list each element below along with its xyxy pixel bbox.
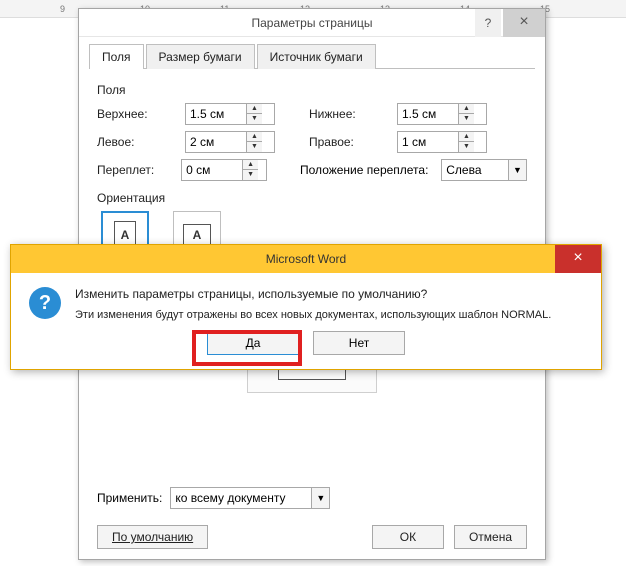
apply-to-select[interactable]: ко всему документу ▼: [170, 487, 330, 509]
left-margin-input[interactable]: [186, 132, 246, 152]
confirm-close-button[interactable]: ×: [555, 245, 601, 273]
titlebar: Параметры страницы ? ×: [79, 9, 545, 37]
right-margin-label: Правое:: [309, 135, 389, 149]
spin-up-icon[interactable]: ▲: [459, 104, 474, 114]
confirm-title: Microsoft Word: [11, 245, 601, 273]
gutter-position-value: Слева: [442, 163, 508, 177]
spin-down-icon[interactable]: ▼: [243, 170, 258, 180]
yes-button[interactable]: Да: [207, 331, 299, 355]
top-margin-label: Верхнее:: [97, 107, 177, 121]
landscape-page-icon: A: [183, 224, 211, 246]
bottom-margin-input[interactable]: [398, 104, 458, 124]
set-default-button[interactable]: По умолчанию: [97, 525, 208, 549]
left-margin-label: Левое:: [97, 135, 177, 149]
group-orientation-label: Ориентация: [97, 191, 527, 205]
tab-margins[interactable]: Поля: [89, 44, 144, 69]
right-margin-spinner[interactable]: ▲▼: [397, 131, 487, 153]
no-button[interactable]: Нет: [313, 331, 405, 355]
spin-down-icon[interactable]: ▼: [247, 114, 262, 124]
tab-paper-size[interactable]: Размер бумаги: [146, 44, 255, 69]
gutter-label: Переплет:: [97, 163, 173, 177]
tab-paper-source[interactable]: Источник бумаги: [257, 44, 376, 69]
confirm-message: Изменить параметры страницы, используемы…: [75, 287, 551, 321]
spin-up-icon[interactable]: ▲: [247, 132, 262, 142]
gutter-position-select[interactable]: Слева ▼: [441, 159, 527, 181]
gutter-position-label: Положение переплета:: [300, 163, 433, 177]
spin-down-icon[interactable]: ▼: [459, 142, 474, 152]
spin-down-icon[interactable]: ▼: [459, 114, 474, 124]
cancel-button[interactable]: Отмена: [454, 525, 527, 549]
question-icon: ?: [29, 287, 61, 319]
spin-up-icon[interactable]: ▲: [247, 104, 262, 114]
chevron-down-icon: ▼: [311, 488, 329, 508]
help-button[interactable]: ?: [475, 9, 501, 37]
right-margin-input[interactable]: [398, 132, 458, 152]
apply-to-label: Применить:: [97, 491, 162, 505]
top-margin-spinner[interactable]: ▲▼: [185, 103, 275, 125]
tabs: Поля Размер бумаги Источник бумаги: [89, 43, 535, 69]
bottom-margin-label: Нижнее:: [309, 107, 389, 121]
gutter-input[interactable]: [182, 160, 242, 180]
left-margin-spinner[interactable]: ▲▼: [185, 131, 275, 153]
bottom-margin-spinner[interactable]: ▲▼: [397, 103, 487, 125]
top-margin-input[interactable]: [186, 104, 246, 124]
spin-up-icon[interactable]: ▲: [459, 132, 474, 142]
chevron-down-icon: ▼: [508, 160, 526, 180]
ok-button[interactable]: ОК: [372, 525, 444, 549]
confirm-titlebar: Microsoft Word ×: [11, 245, 601, 273]
close-button[interactable]: ×: [503, 9, 545, 37]
group-margins-label: Поля: [97, 83, 527, 97]
gutter-spinner[interactable]: ▲▼: [181, 159, 267, 181]
spin-down-icon[interactable]: ▼: [247, 142, 262, 152]
apply-to-value: ко всему документу: [171, 491, 311, 505]
spin-up-icon[interactable]: ▲: [243, 160, 258, 170]
confirm-dialog: Microsoft Word × ? Изменить параметры ст…: [10, 244, 602, 370]
